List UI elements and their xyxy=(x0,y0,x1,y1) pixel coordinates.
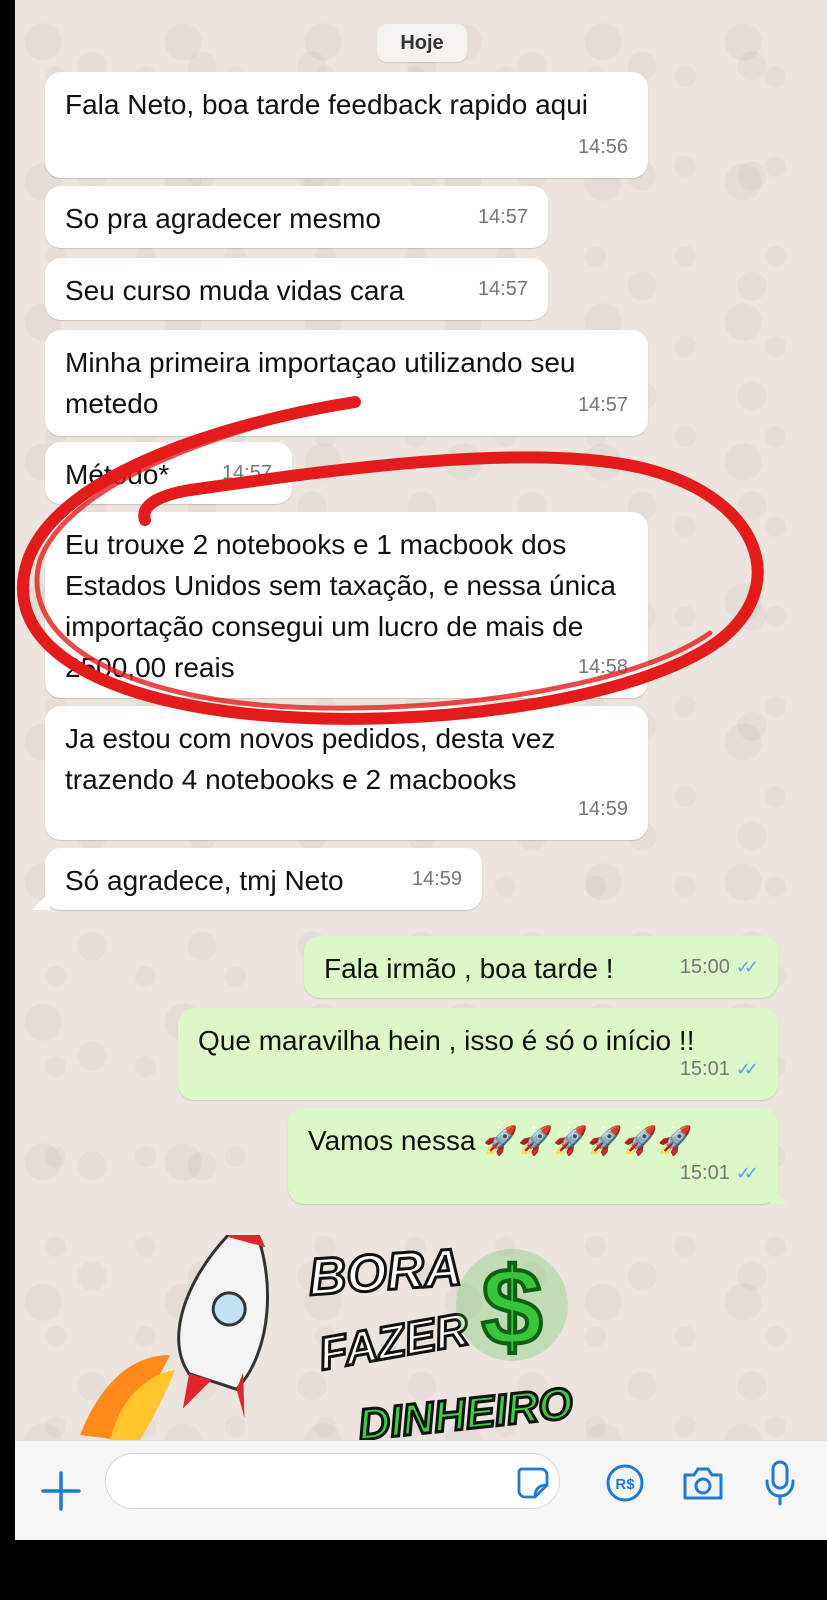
message-text: Eu trouxe 2 notebooks e 1 macbook dos Es… xyxy=(65,529,616,683)
message-incoming[interactable]: Método* 14:57 xyxy=(45,442,292,504)
message-text: Só agradece, tmj Neto xyxy=(65,865,344,896)
sticker-text-line3: DINHEIRO xyxy=(356,1379,575,1440)
message-time: 14:57 xyxy=(221,462,272,484)
message-incoming[interactable]: Só agradece, tmj Neto 14:59 xyxy=(45,848,482,910)
message-time: 14:58 xyxy=(577,656,628,678)
read-receipt-icon: ✓✓ xyxy=(735,1059,759,1079)
message-outgoing[interactable]: Vamos nessa 🚀🚀🚀🚀🚀🚀 15:01 ✓✓ xyxy=(288,1108,778,1204)
message-time: 15:00 ✓✓ xyxy=(679,947,759,988)
sticker-text-line2: FAZER xyxy=(315,1302,473,1379)
message-incoming[interactable]: So pra agradecer mesmo 14:57 xyxy=(45,186,548,248)
message-text: Que maravilha hein , isso é só o início … xyxy=(198,1025,695,1056)
sticker-icon[interactable] xyxy=(515,1465,551,1501)
microphone-icon[interactable] xyxy=(763,1459,797,1507)
composer-bar: R$ xyxy=(15,1440,827,1541)
message-text: Minha primeira importaçao utilizando seu… xyxy=(65,347,576,419)
message-time: 14:59 xyxy=(411,868,462,890)
message-incoming[interactable]: Fala Neto, boa tarde feedback rapido aqu… xyxy=(45,72,648,178)
bubble-tail xyxy=(32,892,50,910)
message-incoming[interactable]: Minha primeira importaçao utilizando seu… xyxy=(45,330,648,436)
pix-icon[interactable]: R$ xyxy=(605,1463,645,1503)
message-text: Ja estou com novos pedidos, desta vez tr… xyxy=(65,723,556,795)
message-time-value: 15:01 xyxy=(679,1058,730,1080)
date-chip: Hoje xyxy=(377,24,467,62)
plus-icon[interactable] xyxy=(39,1469,83,1513)
camera-icon[interactable] xyxy=(681,1463,725,1503)
message-time: 14:57 xyxy=(577,394,628,416)
message-incoming[interactable]: Eu trouxe 2 notebooks e 1 macbook dos Es… xyxy=(45,512,648,698)
dollar-sign-icon: $ xyxy=(481,1246,542,1369)
message-time: 14:56 xyxy=(577,136,628,158)
system-bottom-bar xyxy=(0,1540,827,1600)
read-receipt-icon: ✓✓ xyxy=(735,957,759,977)
message-time: 15:01 ✓✓ xyxy=(679,1049,759,1090)
message-text: Fala Neto, boa tarde feedback rapido aqu… xyxy=(65,89,589,120)
message-outgoing[interactable]: Que maravilha hein , isso é só o início … xyxy=(178,1008,778,1100)
message-incoming[interactable]: Seu curso muda vidas cara 14:57 xyxy=(45,258,548,320)
message-text: Seu curso muda vidas cara xyxy=(65,275,405,306)
bubble-tail xyxy=(770,1186,788,1204)
read-receipt-icon: ✓✓ xyxy=(735,1163,759,1183)
message-text: So pra agradecer mesmo xyxy=(65,203,381,234)
message-input[interactable] xyxy=(105,1453,560,1509)
sticker-text-line1: BORA xyxy=(307,1238,464,1307)
message-incoming[interactable]: Ja estou com novos pedidos, desta vez tr… xyxy=(45,706,648,840)
message-time-value: 15:00 xyxy=(679,956,730,978)
message-time-value: 15:01 xyxy=(679,1162,730,1184)
pix-label: R$ xyxy=(615,1476,635,1493)
message-time: 14:57 xyxy=(477,278,528,300)
message-time: 14:59 xyxy=(577,798,628,820)
message-time: 14:57 xyxy=(477,206,528,228)
message-outgoing[interactable]: Fala irmão , boa tarde ! 15:00 ✓✓ xyxy=(304,936,778,998)
message-time: 15:01 ✓✓ xyxy=(679,1153,759,1194)
rocket-sticker: BORA FAZER DINHEIRO $ xyxy=(80,1235,576,1440)
